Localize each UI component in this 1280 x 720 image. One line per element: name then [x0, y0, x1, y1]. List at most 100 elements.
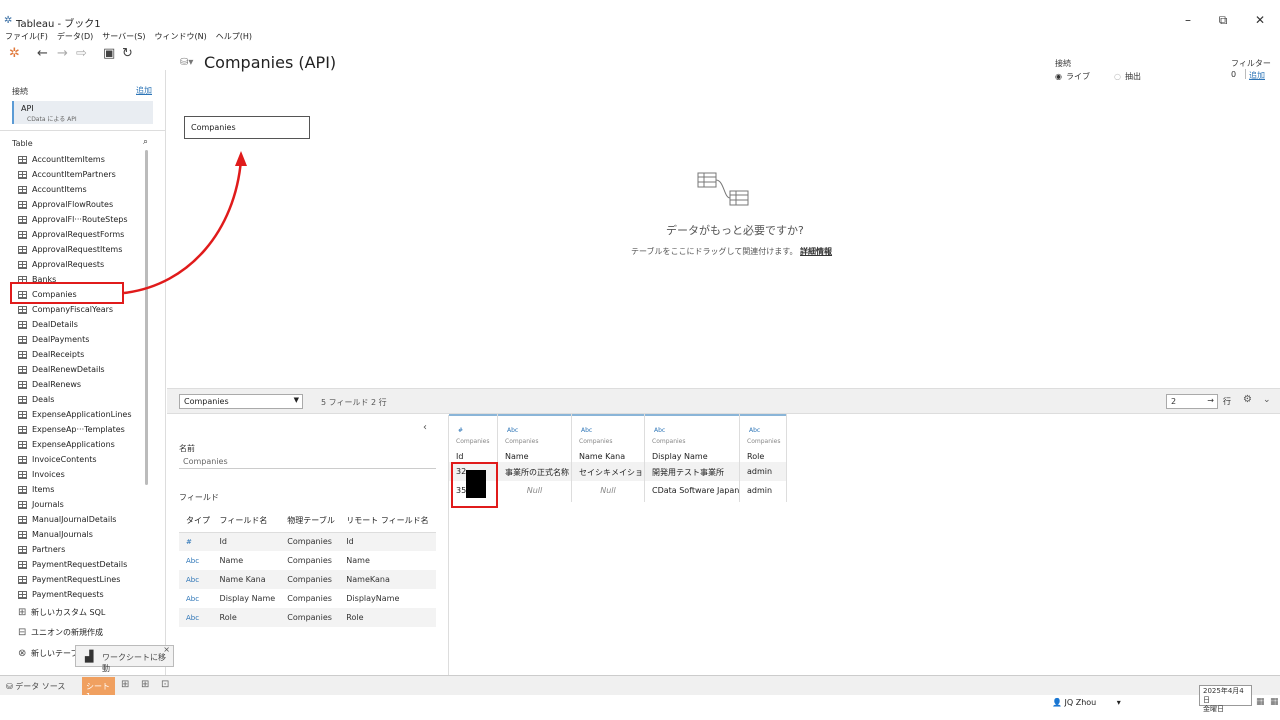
- connection-type-group: 接続 ◉ ライブ ○ 抽出: [1055, 58, 1141, 82]
- field-type: Abc: [186, 556, 200, 565]
- column-name: Display Name: [652, 452, 708, 461]
- field-row-count: 5 フィールド 2 行: [321, 398, 387, 407]
- grid-cell[interactable]: 事業所の正式名称: [498, 462, 571, 481]
- field-remote-name: Role: [339, 608, 436, 627]
- add-filter-link[interactable]: 追加: [1249, 70, 1265, 81]
- column-type: Abc: [581, 427, 593, 434]
- fields-label: フィールド: [179, 493, 219, 502]
- grid-cell[interactable]: CData Software Japan: [645, 481, 739, 500]
- column-name: Role: [747, 452, 765, 461]
- relate-tables-icon: [697, 172, 749, 206]
- field-name: Role: [212, 608, 281, 627]
- bar-chart-icon: ▟: [85, 650, 94, 663]
- database-icon[interactable]: ⛁▾: [180, 57, 193, 68]
- empty-canvas-desc: テーブルをここにドラッグして関連付けます。 詳細情報: [631, 246, 832, 257]
- date-display: 2025年4月4日 金曜日: [1199, 685, 1252, 713]
- grid-view-icon[interactable]: ▦: [1270, 697, 1279, 707]
- column-type: Abc: [507, 427, 519, 434]
- field-type: Abc: [179, 570, 213, 589]
- field-name: Id: [212, 532, 281, 551]
- column-name: Name Kana: [579, 452, 626, 461]
- grid-cell[interactable]: セイシキメイショウ: [572, 462, 644, 481]
- grid-cell[interactable]: Null: [498, 481, 571, 500]
- grid-cell[interactable]: 開発用テスト事業所: [645, 462, 739, 481]
- grid-column-header[interactable]: Abc Companies Name Kana: [572, 414, 644, 462]
- new-dashboard-icon[interactable]: ⊞: [141, 679, 149, 690]
- table-select[interactable]: Companies ▼: [179, 394, 303, 409]
- learn-more-link[interactable]: 詳細情報: [800, 247, 832, 256]
- empty-canvas-title: データがもっと必要ですか?: [666, 224, 804, 237]
- field-row[interactable]: Abc Name Kana Companies NameKana: [179, 570, 436, 589]
- user-icon: 👤: [1052, 698, 1062, 707]
- sheet-tab-bar: ⛁ データ ソース シート 1 ⊞ ⊞ ⊡: [0, 675, 1280, 701]
- column-table: Companies: [505, 438, 539, 445]
- view-icon[interactable]: ▦: [1256, 697, 1265, 707]
- field-type: Abc: [179, 608, 213, 627]
- field-remote-name: Id: [339, 532, 436, 551]
- table-name-field[interactable]: Companies: [179, 455, 436, 469]
- new-worksheet-icon[interactable]: ⊞: [121, 679, 129, 690]
- grid-cell[interactable]: Null: [572, 481, 644, 500]
- date-text: 2025年4月4日: [1203, 687, 1244, 704]
- datasource-tab[interactable]: ⛁ データ ソース: [0, 676, 82, 696]
- extract-label[interactable]: 抽出: [1125, 71, 1141, 82]
- field-type: #: [179, 532, 213, 551]
- column-table: Companies: [747, 438, 781, 445]
- col-field-name[interactable]: フィールド名: [212, 509, 281, 533]
- live-radio-icon[interactable]: ◉: [1055, 72, 1062, 81]
- col-remote-field[interactable]: リモート フィールド名: [339, 509, 436, 533]
- field-remote-name: DisplayName: [346, 594, 400, 603]
- close-icon[interactable]: ×: [163, 645, 170, 654]
- column-type: #: [458, 427, 464, 434]
- grid-column-header[interactable]: Abc Companies Display Name: [645, 414, 739, 462]
- weekday-text: 金曜日: [1203, 705, 1224, 713]
- connection-type-label: 接続: [1055, 59, 1071, 68]
- datasource-tab-label: データ ソース: [15, 682, 66, 691]
- grid-column-header[interactable]: Abc Companies Role: [740, 414, 786, 462]
- arrow-right-icon[interactable]: →: [1207, 396, 1214, 405]
- field-row[interactable]: Abc Display Name Companies DisplayName: [179, 589, 436, 608]
- chevron-down-icon: ▾: [1116, 698, 1121, 707]
- field-table: Companies: [280, 608, 340, 627]
- field-remote-name: Name: [346, 556, 370, 565]
- extract-radio-icon[interactable]: ○: [1114, 72, 1121, 81]
- go-to-worksheet-tooltip[interactable]: ▟ ワークシートに移動 ×: [75, 645, 174, 673]
- grid-column-header[interactable]: # Companies Id: [449, 414, 497, 462]
- field-name: Display Name: [219, 594, 276, 603]
- grid-column-header[interactable]: Abc Companies Name: [498, 414, 571, 462]
- collapse-icon[interactable]: ‹: [423, 422, 427, 433]
- rows-label: 行: [1223, 397, 1231, 406]
- chevron-down-icon[interactable]: ⌄: [1263, 395, 1271, 405]
- column-name: Name: [505, 452, 529, 461]
- field-row[interactable]: # Id Companies Id: [179, 532, 436, 551]
- rows-input[interactable]: 2 →: [1166, 394, 1218, 409]
- grid-cell[interactable]: admin: [740, 462, 786, 481]
- new-story-icon[interactable]: ⊡: [161, 679, 169, 690]
- field-table: Companies: [287, 556, 332, 565]
- column-type: Abc: [654, 427, 666, 434]
- field-row[interactable]: Abc Name Companies Name: [179, 551, 436, 570]
- live-label[interactable]: ライブ: [1066, 71, 1090, 82]
- canvas-title[interactable]: Companies (API): [204, 53, 336, 72]
- field-name: Name: [219, 556, 244, 565]
- id-highlight-annotation: [451, 462, 498, 508]
- col-physical-table[interactable]: 物理テーブル: [280, 509, 340, 533]
- field-table: Companies: [280, 532, 340, 551]
- column-name: Id: [456, 452, 464, 461]
- field-name: Name Kana: [212, 570, 281, 589]
- col-type[interactable]: タイプ: [179, 509, 213, 533]
- rows-input-value: 2: [1171, 397, 1177, 406]
- field-remote-name: NameKana: [339, 570, 436, 589]
- gear-icon[interactable]: ⚙: [1243, 394, 1252, 405]
- dropdown-arrow-icon: ▼: [293, 396, 299, 404]
- grid-column: Abc Companies Role admin admin: [740, 414, 787, 502]
- sheet-tab[interactable]: シート 1: [82, 677, 115, 701]
- user-name: JQ Zhou: [1064, 698, 1097, 707]
- grid-cell[interactable]: admin: [740, 481, 786, 500]
- field-table: Companies: [280, 570, 340, 589]
- field-row[interactable]: Abc Role Companies Role: [179, 608, 436, 627]
- name-label: 名前: [179, 444, 195, 453]
- filter-label: フィルター: [1231, 59, 1271, 68]
- canvas-table-companies[interactable]: Companies: [184, 116, 310, 139]
- user-menu[interactable]: 👤 JQ Zhou ▾: [1052, 698, 1121, 707]
